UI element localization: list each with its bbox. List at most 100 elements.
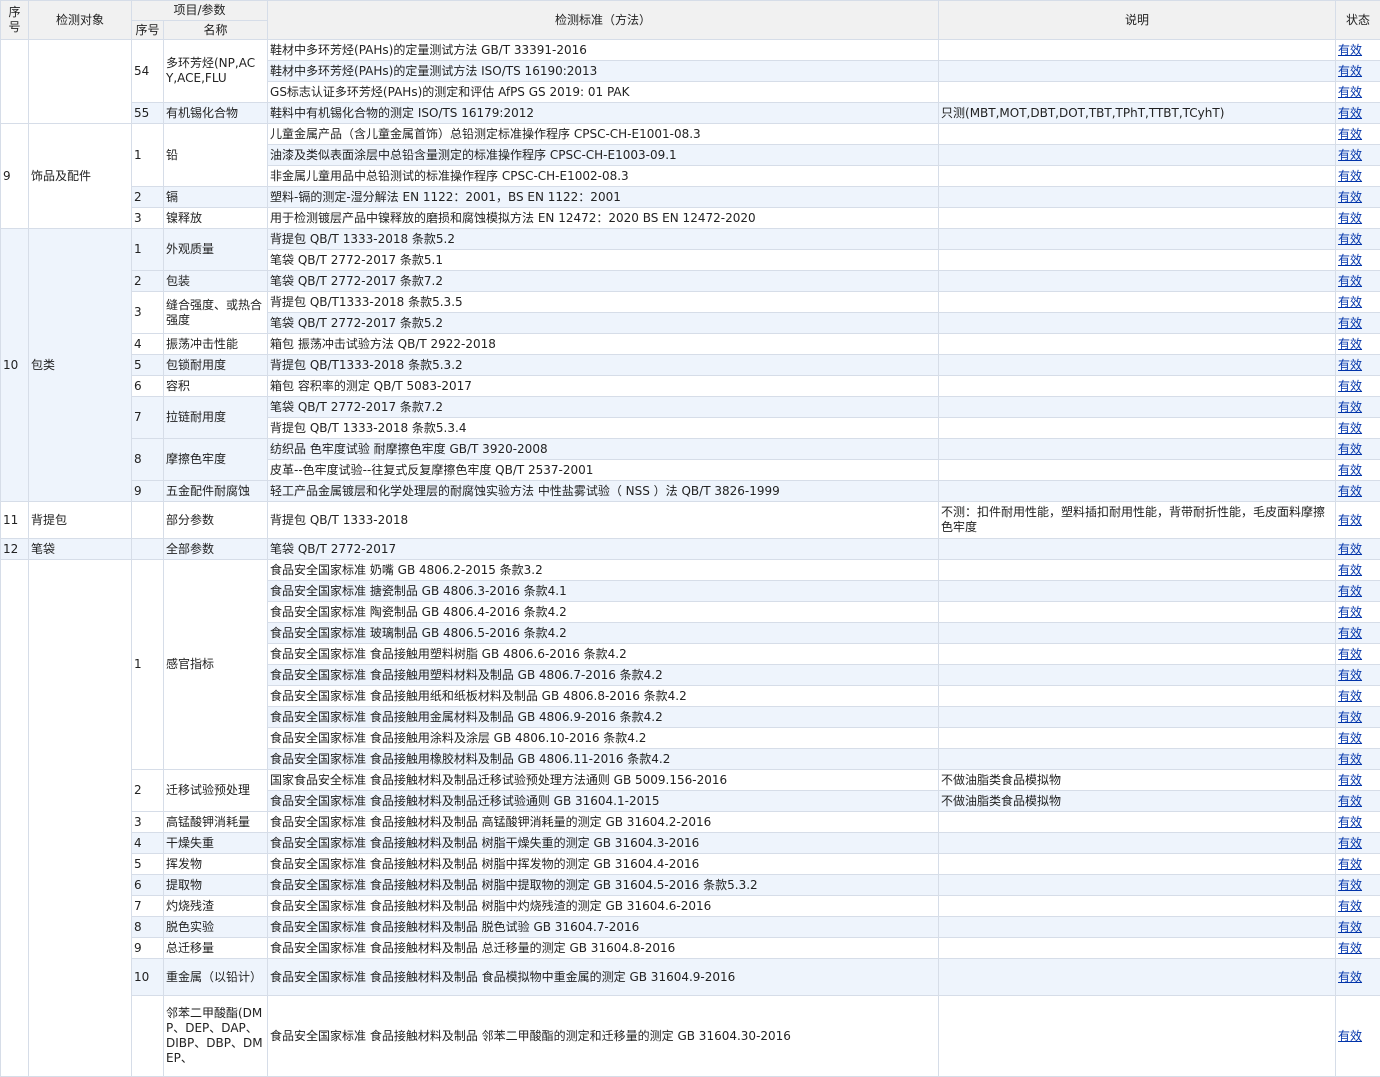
standard-cell: 箱包 振荡冲击试验方法 QB/T 2922-2018 bbox=[268, 334, 939, 355]
status-link[interactable]: 有效 bbox=[1338, 253, 1362, 267]
item-seq-cell bbox=[132, 539, 164, 560]
note-cell bbox=[939, 418, 1336, 439]
table-header: 序号 检测对象 项目/参数 检测标准（方法） 说明 状态 序号 名称 bbox=[1, 1, 1380, 40]
standard-cell: 食品安全国家标准 食品接触用金属材料及制品 GB 4806.9-2016 条款4… bbox=[268, 707, 939, 728]
status-link[interactable]: 有效 bbox=[1338, 605, 1362, 619]
note-cell bbox=[939, 686, 1336, 707]
note-cell bbox=[939, 875, 1336, 896]
table-row: 55有机锡化合物鞋料中有机锡化合物的测定 ISO/TS 16179:2012只测… bbox=[1, 103, 1380, 124]
group-object-cell bbox=[29, 40, 132, 124]
note-cell: 不测：扣件耐用性能，塑料插扣耐用性能，背带耐折性能，毛皮面料摩擦色牢度 bbox=[939, 502, 1336, 539]
status-link[interactable]: 有效 bbox=[1338, 857, 1362, 871]
standard-cell: 食品安全国家标准 奶嘴 GB 4806.2-2015 条款3.2 bbox=[268, 560, 939, 581]
status-link[interactable]: 有效 bbox=[1338, 43, 1362, 57]
status-cell: 有效 bbox=[1336, 875, 1380, 896]
note-cell bbox=[939, 959, 1336, 996]
status-cell: 有效 bbox=[1336, 271, 1380, 292]
status-link[interactable]: 有效 bbox=[1338, 513, 1362, 527]
note-cell bbox=[939, 82, 1336, 103]
status-link[interactable]: 有效 bbox=[1338, 878, 1362, 892]
standard-cell: 食品安全国家标准 食品接触材料及制品 高锰酸钾消耗量的测定 GB 31604.2… bbox=[268, 812, 939, 833]
note-cell bbox=[939, 707, 1336, 728]
note-cell bbox=[939, 917, 1336, 938]
status-link[interactable]: 有效 bbox=[1338, 421, 1362, 435]
status-link[interactable]: 有效 bbox=[1338, 731, 1362, 745]
standard-cell: 食品安全国家标准 食品接触用纸和纸板材料及制品 GB 4806.8-2016 条… bbox=[268, 686, 939, 707]
note-cell bbox=[939, 187, 1336, 208]
status-link[interactable]: 有效 bbox=[1338, 752, 1362, 766]
standard-cell: 笔袋 QB/T 2772-2017 条款5.2 bbox=[268, 313, 939, 334]
group-seq-cell bbox=[1, 40, 29, 124]
status-link[interactable]: 有效 bbox=[1338, 358, 1362, 372]
status-link[interactable]: 有效 bbox=[1338, 899, 1362, 913]
status-link[interactable]: 有效 bbox=[1338, 815, 1362, 829]
status-link[interactable]: 有效 bbox=[1338, 337, 1362, 351]
status-cell: 有效 bbox=[1336, 250, 1380, 271]
status-link[interactable]: 有效 bbox=[1338, 169, 1362, 183]
standard-cell: 食品安全国家标准 食品接触材料及制品 总迁移量的测定 GB 31604.8-20… bbox=[268, 938, 939, 959]
status-link[interactable]: 有效 bbox=[1338, 442, 1362, 456]
standard-cell: 轻工产品金属镀层和化学处理层的耐腐蚀实验方法 中性盐雾试验（ NSS ）法 QB… bbox=[268, 481, 939, 502]
status-link[interactable]: 有效 bbox=[1338, 626, 1362, 640]
item-seq-cell: 9 bbox=[132, 938, 164, 959]
status-link[interactable]: 有效 bbox=[1338, 211, 1362, 225]
status-link[interactable]: 有效 bbox=[1338, 647, 1362, 661]
header-note: 说明 bbox=[939, 1, 1336, 40]
status-cell: 有效 bbox=[1336, 896, 1380, 917]
note-cell bbox=[939, 812, 1336, 833]
status-link[interactable]: 有效 bbox=[1338, 542, 1362, 556]
standard-cell: 背提包 QB/T 1333-2018 条款5.3.4 bbox=[268, 418, 939, 439]
standard-cell: 食品安全国家标准 食品接触材料及制品 食品模拟物中重金属的测定 GB 31604… bbox=[268, 959, 939, 996]
status-link[interactable]: 有效 bbox=[1338, 1029, 1362, 1043]
status-link[interactable]: 有效 bbox=[1338, 190, 1362, 204]
group-seq-cell bbox=[1, 560, 29, 1077]
standard-cell: 食品安全国家标准 搪瓷制品 GB 4806.3-2016 条款4.1 bbox=[268, 581, 939, 602]
status-link[interactable]: 有效 bbox=[1338, 920, 1362, 934]
status-link[interactable]: 有效 bbox=[1338, 941, 1362, 955]
status-link[interactable]: 有效 bbox=[1338, 106, 1362, 120]
standard-cell: 食品安全国家标准 食品接触材料及制品 树脂干燥失重的测定 GB 31604.3-… bbox=[268, 833, 939, 854]
status-link[interactable]: 有效 bbox=[1338, 127, 1362, 141]
standard-cell: 国家食品安全标准 食品接触材料及制品迁移试验预处理方法通则 GB 5009.15… bbox=[268, 770, 939, 791]
status-link[interactable]: 有效 bbox=[1338, 148, 1362, 162]
status-link[interactable]: 有效 bbox=[1338, 274, 1362, 288]
status-link[interactable]: 有效 bbox=[1338, 85, 1362, 99]
status-link[interactable]: 有效 bbox=[1338, 794, 1362, 808]
status-link[interactable]: 有效 bbox=[1338, 668, 1362, 682]
item-seq-cell: 7 bbox=[132, 896, 164, 917]
note-cell bbox=[939, 376, 1336, 397]
status-link[interactable]: 有效 bbox=[1338, 316, 1362, 330]
status-cell: 有效 bbox=[1336, 124, 1380, 145]
status-link[interactable]: 有效 bbox=[1338, 563, 1362, 577]
note-cell bbox=[939, 581, 1336, 602]
standard-cell: 食品安全国家标准 食品接触材料及制品 树脂中灼烧残渣的测定 GB 31604.6… bbox=[268, 896, 939, 917]
status-link[interactable]: 有效 bbox=[1338, 295, 1362, 309]
item-name-cell: 容积 bbox=[164, 376, 268, 397]
status-link[interactable]: 有效 bbox=[1338, 970, 1362, 984]
status-link[interactable]: 有效 bbox=[1338, 232, 1362, 246]
status-cell: 有效 bbox=[1336, 397, 1380, 418]
status-cell: 有效 bbox=[1336, 502, 1380, 539]
status-link[interactable]: 有效 bbox=[1338, 584, 1362, 598]
status-link[interactable]: 有效 bbox=[1338, 463, 1362, 477]
status-link[interactable]: 有效 bbox=[1338, 64, 1362, 78]
status-link[interactable]: 有效 bbox=[1338, 773, 1362, 787]
group-object-cell bbox=[29, 560, 132, 1077]
group-seq-cell: 10 bbox=[1, 229, 29, 502]
group-seq-cell: 12 bbox=[1, 539, 29, 560]
status-link[interactable]: 有效 bbox=[1338, 689, 1362, 703]
status-link[interactable]: 有效 bbox=[1338, 484, 1362, 498]
table-row: 3缝合强度、或热合强度背提包 QB/T1333-2018 条款5.3.5有效 bbox=[1, 292, 1380, 313]
note-cell bbox=[939, 602, 1336, 623]
item-name-cell: 挥发物 bbox=[164, 854, 268, 875]
standard-cell: 背提包 QB/T1333-2018 条款5.3.2 bbox=[268, 355, 939, 376]
item-name-cell: 迁移试验预处理 bbox=[164, 770, 268, 812]
standard-cell: 笔袋 QB/T 2772-2017 条款5.1 bbox=[268, 250, 939, 271]
header-status: 状态 bbox=[1336, 1, 1380, 40]
standard-cell: 食品安全国家标准 食品接触材料及制品 脱色试验 GB 31604.7-2016 bbox=[268, 917, 939, 938]
status-link[interactable]: 有效 bbox=[1338, 400, 1362, 414]
status-link[interactable]: 有效 bbox=[1338, 710, 1362, 724]
note-cell bbox=[939, 61, 1336, 82]
status-link[interactable]: 有效 bbox=[1338, 379, 1362, 393]
status-link[interactable]: 有效 bbox=[1338, 836, 1362, 850]
